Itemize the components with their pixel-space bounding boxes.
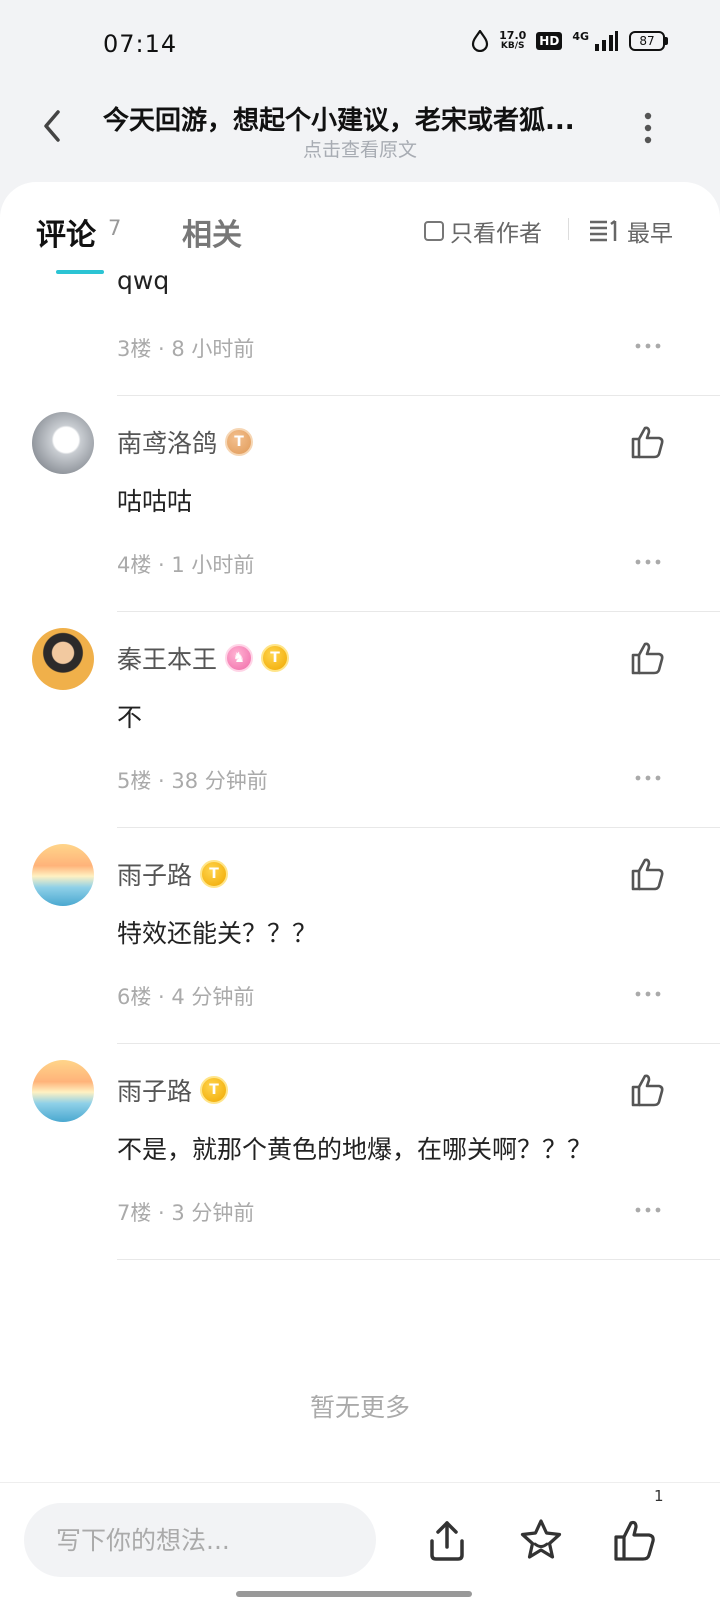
comment-header: 雨子路 T [117,1072,229,1108]
comment-meta: 5楼 · 38 分钟前 [117,769,268,793]
comment-item[interactable]: 秦王本王 ♞ T 不 5楼 · 38 分钟前 [0,628,720,844]
sort-label: 最早 [627,221,673,247]
hd-badge: HD [536,32,563,50]
horizontal-dots-icon[interactable] [634,989,662,999]
comment-author-name[interactable]: 秦王本王 [117,640,217,676]
avatar[interactable] [32,628,94,690]
thumbs-up-icon[interactable] [630,640,666,676]
comment-item[interactable]: 雨子路 T 不是，就那个黄色的地爆，在哪关啊？？？ 7楼 · 3 分钟前 [0,1060,720,1276]
comments-count: 7 [108,216,122,240]
level-badge-icon: T [225,428,254,456]
net-speed: 17.0 KB/S [499,29,527,51]
comment-sheet: 评论 7 相关 只看作者 最早 暂无更多 萌月晓Tqwq3楼 · 8 小时前南鸢… [0,182,720,1482]
comment-text[interactable]: 不是，就那个黄色的地爆，在哪关啊？？？ [117,1130,592,1166]
comment-meta: 3楼 · 8 小时前 [117,337,255,361]
view-original-link[interactable]: 点击查看原文 [0,135,720,162]
vertical-dots-icon[interactable] [636,110,660,146]
comment-input-box[interactable] [24,1503,376,1577]
comment-input[interactable] [56,1503,356,1577]
comment-meta: 4楼 · 1 小时前 [117,553,255,577]
share-icon[interactable] [424,1517,470,1563]
comment-divider [117,395,720,396]
status-bar: 07:14 17.0 KB/S HD 4G 87 [0,0,720,90]
comment-item[interactable]: 萌月晓Tqwq3楼 · 8 小时前 [0,274,720,412]
no-more-label: 暂无更多 [309,1393,410,1422]
comment-item[interactable]: 雨子路 T 特效还能关？？？ 6楼 · 4 分钟前 [0,844,720,1060]
thumbs-up-icon[interactable] [630,424,666,460]
bottom-bar: 1 [0,1482,720,1600]
author-only-checkbox[interactable] [424,221,444,241]
comment-meta: 7楼 · 3 分钟前 [117,1201,255,1225]
level-badge-icon: T [200,860,229,888]
avatar[interactable] [32,412,94,474]
comment-author-name[interactable]: 雨子路 [117,856,192,892]
level-badge-icon: T [200,1076,229,1104]
data-saver-icon [472,30,489,52]
author-only-label: 只看作者 [450,221,542,247]
horizontal-dots-icon[interactable] [634,341,662,351]
comment-meta: 6楼 · 4 分钟前 [117,985,255,1009]
level-badge-icon: T [261,644,290,672]
comment-author-name[interactable]: 雨子路 [117,1072,192,1108]
comment-header: 雨子路 T [117,856,229,892]
comment-author-name[interactable]: 南鸢洛鸽 [117,424,217,460]
sort-lines-icon [590,220,617,242]
comment-text[interactable]: 咕咕咕 [117,482,192,518]
comment-item[interactable]: 南鸢洛鸽 T 咕咕咕 4楼 · 1 小时前 [0,412,720,628]
network-label: 4G [572,30,589,43]
thumbs-up-icon[interactable] [612,1517,658,1563]
battery-icon: 87 [629,31,668,51]
avatar[interactable] [32,1060,94,1122]
tab-comments[interactable]: 评论 [36,210,96,254]
comment-header: 南鸢洛鸽 T [117,424,254,460]
star-icon[interactable] [518,1517,564,1563]
comment-text[interactable]: qwq [117,274,169,295]
horizontal-dots-icon[interactable] [634,557,662,567]
comment-header: 秦王本王 ♞ T [117,640,290,676]
comment-text[interactable]: 不 [117,698,142,734]
author-only-toggle[interactable]: 只看作者 [424,214,542,248]
post-title[interactable]: 今天回游，想起个小建议，老宋或者狐... [103,100,603,137]
comment-text[interactable]: 特效还能关？？？ [117,914,317,950]
avatar[interactable] [32,844,94,906]
signal-icon [595,31,618,51]
thumbs-up-icon[interactable] [630,1072,666,1108]
status-icons: 17.0 KB/S HD 4G 87 [471,30,668,52]
comment-list[interactable]: 暂无更多 萌月晓Tqwq3楼 · 8 小时前南鸢洛鸽T咕咕咕4楼 · 1 小时前… [0,274,720,1482]
thumbs-up-icon[interactable] [630,856,666,892]
comment-divider [117,611,720,612]
status-time: 07:14 [103,30,178,58]
home-indicator[interactable] [236,1591,472,1597]
title-badge-icon: ♞ [225,644,254,672]
horizontal-dots-icon[interactable] [634,773,662,783]
tab-bar: 评论 7 相关 只看作者 最早 [0,182,720,274]
horizontal-dots-icon[interactable] [634,1205,662,1215]
comment-divider [117,1259,720,1260]
tab-related[interactable]: 相关 [182,210,242,254]
comment-divider [117,1043,720,1044]
tab-divider [568,218,569,240]
top-header: 今天回游，想起个小建议，老宋或者狐... 点击查看原文 [0,90,720,180]
sort-button[interactable]: 最早 [589,214,673,248]
like-count: 1 [654,1487,664,1505]
comment-divider [117,827,720,828]
